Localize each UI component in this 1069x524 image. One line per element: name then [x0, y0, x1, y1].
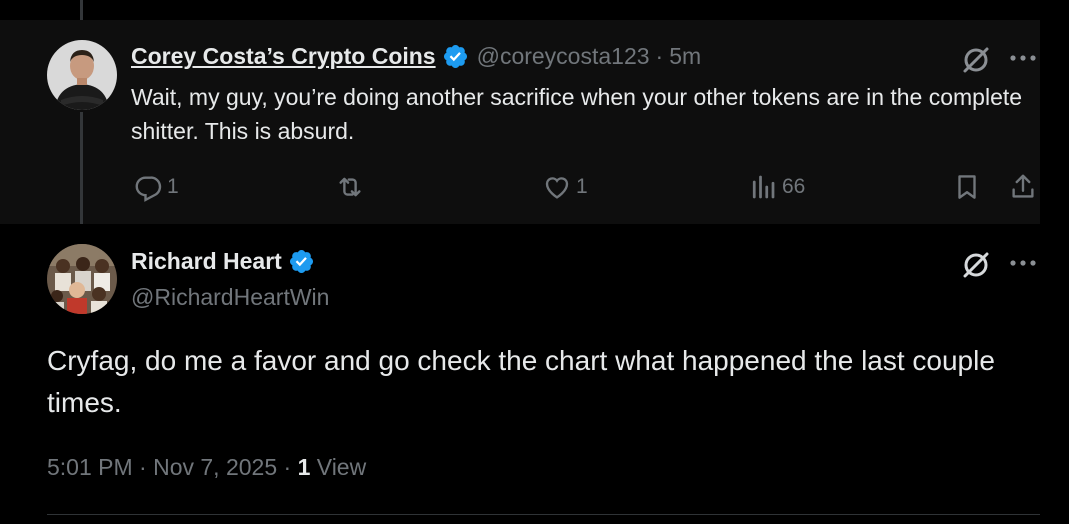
reply-author-name[interactable]: Corey Costa’s Crypto Coins: [131, 43, 436, 70]
divider: [47, 514, 1040, 515]
bookmark-button[interactable]: [952, 172, 982, 202]
views-chart-icon: [752, 175, 775, 199]
view-count: 1: [297, 454, 311, 480]
avatar-richard[interactable]: [47, 244, 117, 314]
reply-count: 1: [167, 175, 179, 198]
view-label: View: [310, 454, 367, 480]
grok-icon[interactable]: [960, 248, 992, 280]
verified-badge-icon: [443, 44, 467, 69]
reply-button[interactable]: 1: [133, 172, 179, 202]
bookmark-icon: [958, 175, 976, 199]
share-button[interactable]: [1008, 172, 1038, 202]
main-author-name[interactable]: Richard Heart: [131, 248, 282, 275]
retweet-button[interactable]: [335, 172, 365, 202]
verified-badge-icon: [289, 249, 313, 274]
main-tweet-text: Cryfag, do me a favor and go check the c…: [47, 345, 995, 418]
reply-tweet-text: Wait, my guy, you’re doing another sacri…: [131, 84, 1023, 144]
retweet-icon: [339, 177, 361, 197]
share-icon: [1012, 174, 1034, 198]
views-count: 66: [782, 175, 806, 198]
separator-dot: ·: [655, 43, 664, 69]
thread-connector-top: [80, 0, 83, 20]
grok-icon[interactable]: [960, 43, 992, 75]
like-count: 1: [576, 175, 588, 198]
avatar-corey[interactable]: [47, 40, 117, 110]
main-author-row: Richard Heart: [131, 248, 315, 275]
tweet-timestamp[interactable]: 5:01 PM · Nov 7, 2025 ·: [47, 454, 298, 480]
views-button[interactable]: 66: [748, 172, 805, 202]
reply-author-handle[interactable]: @coreycosta123: [477, 43, 650, 70]
thread-connector: [80, 112, 83, 224]
more-options-icon[interactable]: [1008, 52, 1038, 64]
tweet-meta: 5:01 PM · Nov 7, 2025 · 1 View: [47, 454, 366, 481]
heart-icon: [545, 177, 569, 199]
like-button[interactable]: 1: [542, 172, 588, 202]
more-options-icon[interactable]: [1008, 257, 1038, 269]
reply-icon: [135, 176, 162, 202]
reply-author-row: Corey Costa’s Crypto Coins @coreycosta12…: [131, 43, 701, 70]
main-author-handle[interactable]: @RichardHeartWin: [131, 284, 329, 311]
reply-time[interactable]: 5m: [669, 43, 701, 70]
